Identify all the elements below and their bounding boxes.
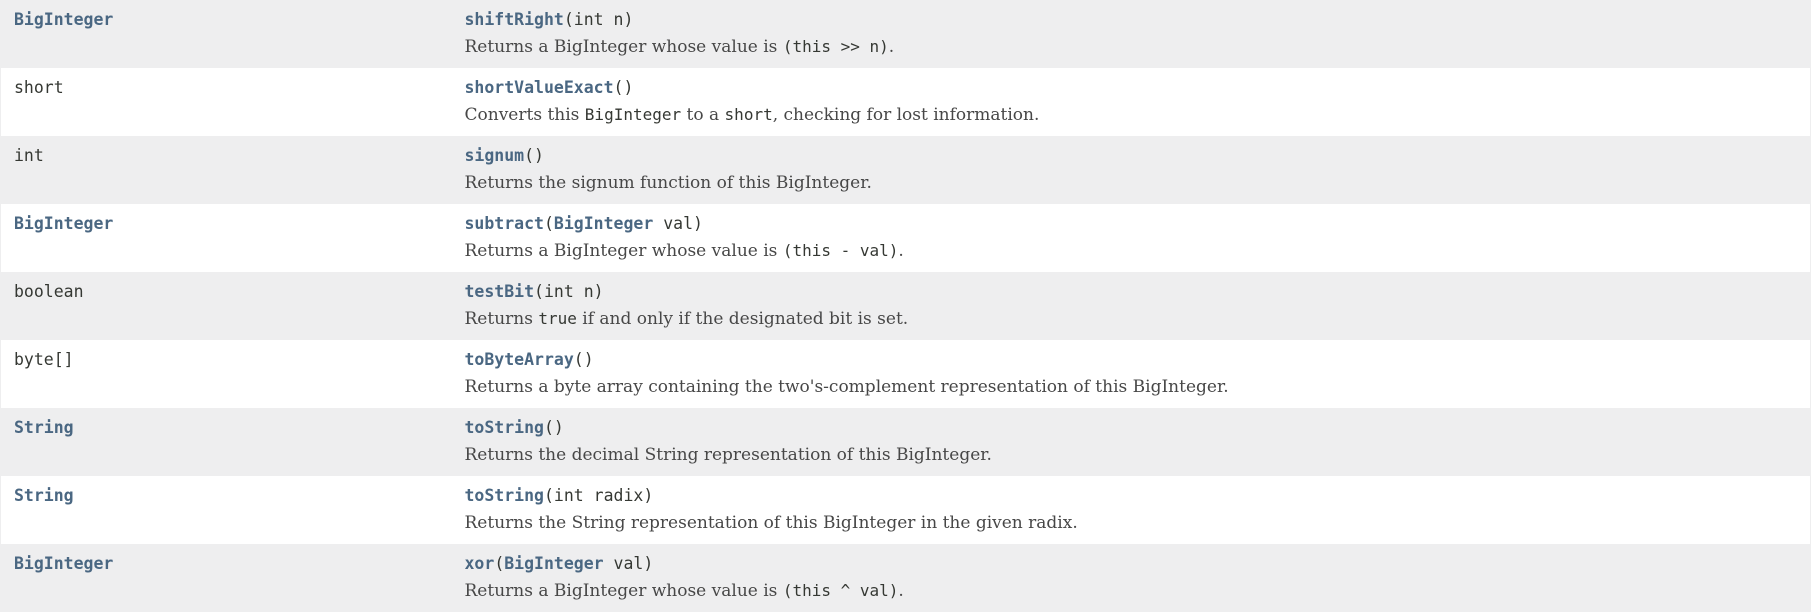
method-summary-table: BigInteger shiftRight(int n) Returns a Big… bbox=[0, 0, 1811, 612]
return-type-link[interactable]: BigInteger bbox=[14, 214, 113, 233]
method-cell: testBit(int n) Returns true if and only i… bbox=[453, 272, 1811, 340]
method-args: ( bbox=[543, 214, 554, 233]
method-description: Returns the decimal String representatio… bbox=[465, 444, 1811, 466]
description-text: Returns a BigInteger whose value is bbox=[464, 581, 783, 601]
method-row: int signum() Returns the signum function o… bbox=[0, 136, 1811, 204]
return-type-cell: String bbox=[1, 408, 453, 476]
method-signature: toString(int radix) bbox=[465, 486, 1811, 509]
return-type: int bbox=[14, 146, 44, 165]
method-signature: shortValueExact() bbox=[465, 78, 1811, 101]
method-description: Converts this BigInteger to a short, che… bbox=[465, 104, 1811, 126]
return-type-cell: boolean bbox=[1, 272, 453, 340]
description-text: Returns the decimal String representatio… bbox=[464, 445, 992, 465]
return-type: boolean bbox=[14, 282, 84, 301]
method-name-link[interactable]: toString bbox=[465, 486, 544, 505]
method-args-tail: val) bbox=[603, 554, 654, 573]
return-type-cell: BigInteger bbox=[1, 204, 453, 272]
method-args: () bbox=[573, 350, 594, 369]
description-text: to a bbox=[681, 105, 725, 125]
method-name-link[interactable]: toByteArray bbox=[465, 350, 574, 369]
method-description: Returns the String representation of thi… bbox=[465, 512, 1811, 534]
return-type: short bbox=[14, 78, 64, 97]
method-row: BigInteger xor(BigInteger val) Returns a B… bbox=[0, 544, 1811, 612]
param-type-link[interactable]: BigInteger bbox=[554, 214, 653, 233]
description-text: if and only if the designated bit is set… bbox=[576, 309, 909, 329]
method-signature: xor(BigInteger val) bbox=[465, 554, 1811, 577]
description-text: Returns a byte array containing the two'… bbox=[464, 377, 1229, 397]
return-type: byte[] bbox=[14, 350, 74, 369]
method-row: String toString() Returns the decimal Stri… bbox=[0, 408, 1811, 476]
description-text: Converts this bbox=[464, 105, 585, 125]
description-text: . bbox=[898, 241, 904, 261]
description-text: . bbox=[898, 581, 904, 601]
return-type-cell: BigInteger bbox=[1, 544, 453, 612]
method-summary-body: BigInteger shiftRight(int n) Returns a Big… bbox=[0, 0, 1811, 612]
method-description: Returns a byte array containing the two'… bbox=[465, 376, 1811, 398]
method-name-link[interactable]: testBit bbox=[465, 282, 535, 301]
method-row: BigInteger shiftRight(int n) Returns a Big… bbox=[0, 0, 1811, 68]
description-text: Returns a BigInteger whose value is bbox=[464, 37, 783, 57]
method-description: Returns true if and only if the designat… bbox=[465, 308, 1811, 330]
return-type-link[interactable]: String bbox=[14, 486, 74, 505]
method-args: () bbox=[524, 146, 544, 165]
return-type-link[interactable]: BigInteger bbox=[14, 10, 113, 29]
method-name-link[interactable]: signum bbox=[465, 146, 525, 165]
method-signature: toString() bbox=[465, 418, 1811, 441]
return-type-link[interactable]: BigInteger bbox=[14, 554, 113, 573]
method-args: () bbox=[543, 418, 564, 437]
description-text: . bbox=[888, 37, 895, 57]
method-signature: toByteArray() bbox=[465, 350, 1811, 373]
method-args: ( bbox=[494, 554, 505, 573]
method-cell: signum() Returns the signum function of t… bbox=[453, 136, 1811, 204]
method-row: String toString(int radix) Returns the Str… bbox=[0, 476, 1811, 544]
return-type-cell: int bbox=[1, 136, 453, 204]
description-code: (this >> n) bbox=[782, 37, 889, 56]
method-row: boolean testBit(int n) Returns true if and… bbox=[0, 272, 1811, 340]
method-cell: xor(BigInteger val) Returns a BigInteger … bbox=[453, 544, 1811, 612]
method-row: short shortValueExact() Converts this BigI… bbox=[0, 68, 1811, 136]
method-cell: toString() Returns the decimal String rep… bbox=[453, 408, 1811, 476]
method-signature: shiftRight(int n) bbox=[465, 10, 1811, 33]
method-name-link[interactable]: shiftRight bbox=[465, 10, 564, 29]
description-code: short bbox=[724, 105, 773, 124]
method-cell: subtract(BigInteger val) Returns a BigInt… bbox=[453, 204, 1811, 272]
description-code: (this - val) bbox=[782, 241, 899, 260]
return-type-cell: byte[] bbox=[1, 340, 453, 408]
method-row: byte[] toByteArray() Returns a byte array … bbox=[0, 340, 1811, 408]
method-args: (int n) bbox=[563, 10, 634, 29]
description-text: , checking for lost information. bbox=[772, 105, 1040, 125]
description-text: Returns the signum function of this BigI… bbox=[464, 173, 872, 193]
method-signature: testBit(int n) bbox=[465, 282, 1811, 305]
description-text: Returns bbox=[464, 309, 539, 329]
method-args: () bbox=[613, 78, 634, 97]
description-code: true bbox=[538, 309, 577, 328]
method-cell: toByteArray() Returns a byte array contai… bbox=[453, 340, 1811, 408]
method-signature: subtract(BigInteger val) bbox=[465, 214, 1811, 237]
method-description: Returns a BigInteger whose value is (thi… bbox=[465, 240, 1811, 262]
method-row: BigInteger subtract(BigInteger val) Return… bbox=[0, 204, 1811, 272]
description-code: (this ^ val) bbox=[782, 581, 899, 600]
description-text: Returns the String representation of thi… bbox=[464, 513, 1078, 533]
method-args: (int radix) bbox=[543, 486, 654, 505]
param-type-link[interactable]: BigInteger bbox=[504, 554, 603, 573]
return-type-cell: BigInteger bbox=[1, 0, 453, 68]
method-name-link[interactable]: shortValueExact bbox=[465, 78, 614, 97]
method-description: Returns a BigInteger whose value is (thi… bbox=[465, 580, 1811, 602]
method-cell: shortValueExact() Converts this BigIntege… bbox=[453, 68, 1811, 136]
method-name-link[interactable]: subtract bbox=[465, 214, 544, 233]
method-args-tail: val) bbox=[653, 214, 703, 233]
method-name-link[interactable]: xor bbox=[465, 554, 495, 573]
return-type-cell: String bbox=[1, 476, 453, 544]
method-description: Returns a BigInteger whose value is (thi… bbox=[465, 36, 1811, 58]
description-code: BigInteger bbox=[584, 105, 682, 124]
method-args: (int n) bbox=[534, 282, 604, 301]
method-description: Returns the signum function of this BigI… bbox=[465, 172, 1811, 194]
method-cell: toString(int radix) Returns the String re… bbox=[453, 476, 1811, 544]
description-text: Returns a BigInteger whose value is bbox=[464, 241, 783, 261]
method-cell: shiftRight(int n) Returns a BigInteger wh… bbox=[453, 0, 1811, 68]
method-signature: signum() bbox=[465, 146, 1811, 169]
return-type-link[interactable]: String bbox=[14, 418, 74, 437]
return-type-cell: short bbox=[1, 68, 453, 136]
method-name-link[interactable]: toString bbox=[465, 418, 544, 437]
